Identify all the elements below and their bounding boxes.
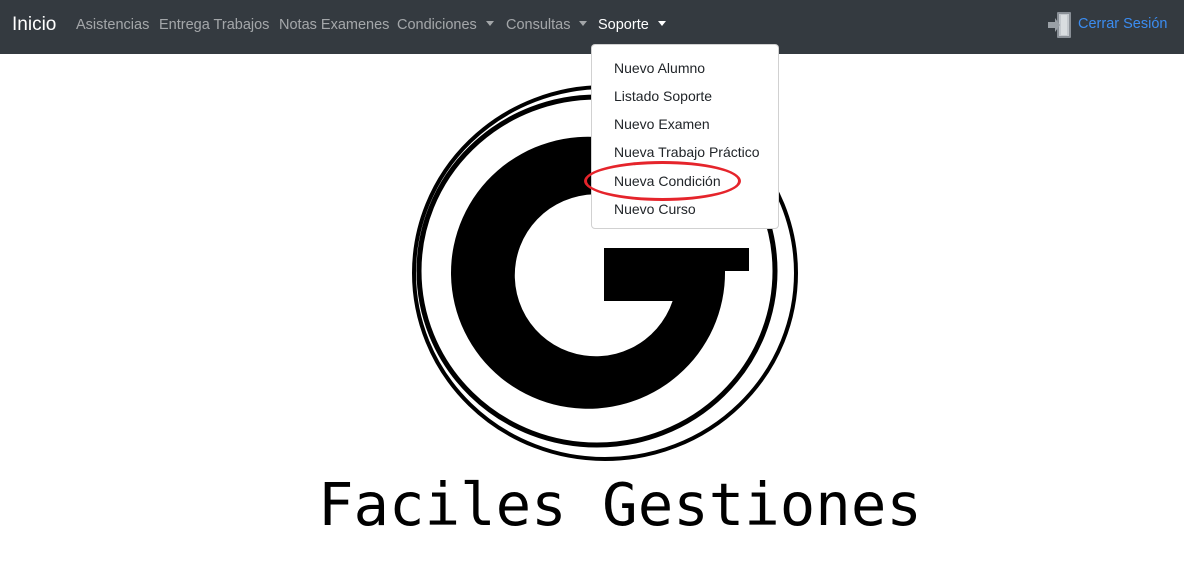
nav-dropdown-consultas-label: Consultas	[506, 17, 571, 33]
menu-item-nuevo-examen[interactable]: Nuevo Examen	[614, 115, 710, 133]
soporte-dropdown-menu: Nuevo Alumno Listado Soporte Nuevo Exame…	[591, 44, 779, 229]
nav-link-notas-examenes[interactable]: Notas Examenes	[279, 16, 389, 34]
nav-dropdown-condiciones[interactable]: Condiciones	[397, 16, 494, 34]
brand-link-inicio[interactable]: Inicio	[12, 13, 56, 37]
nav-dropdown-soporte[interactable]: Soporte	[598, 16, 666, 34]
logout-link[interactable]: Cerrar Sesión	[1047, 11, 1167, 39]
menu-item-listado-soporte[interactable]: Listado Soporte	[614, 87, 712, 105]
menu-item-nueva-condicion[interactable]: Nueva Condición	[614, 172, 721, 190]
nav-dropdown-consultas[interactable]: Consultas	[506, 16, 588, 34]
menu-item-nuevo-curso[interactable]: Nuevo Curso	[614, 200, 696, 218]
nav-dropdown-condiciones-label: Condiciones	[397, 17, 477, 33]
menu-item-nueva-trabajo-practico[interactable]: Nueva Trabajo Práctico	[614, 143, 760, 161]
nav-link-asistencias[interactable]: Asistencias	[76, 16, 149, 34]
caret-down-icon	[485, 21, 494, 26]
caret-down-icon	[657, 21, 666, 26]
caret-down-icon	[579, 21, 588, 26]
menu-item-nuevo-alumno[interactable]: Nuevo Alumno	[614, 59, 705, 77]
nav-dropdown-soporte-label: Soporte	[598, 17, 649, 33]
logout-door-icon	[1048, 12, 1071, 38]
nav-link-entrega-trabajos[interactable]: Entrega Trabajos	[159, 16, 269, 34]
logout-label: Cerrar Sesión	[1078, 16, 1168, 32]
logo-text: Faciles Gestiones	[318, 470, 922, 539]
